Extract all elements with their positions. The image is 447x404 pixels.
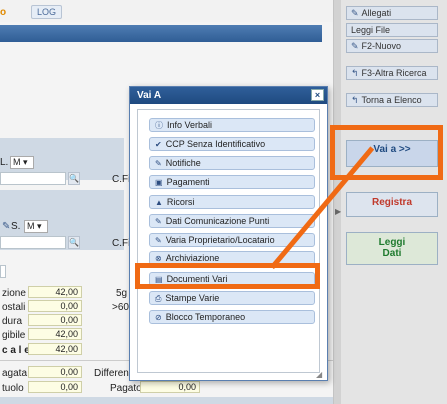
edit-icon: ✎ bbox=[155, 236, 162, 245]
paid-label: agata bbox=[2, 368, 28, 379]
collapse-arrow-icon[interactable]: ▶ bbox=[335, 207, 341, 216]
amount-label: ostali bbox=[2, 302, 26, 313]
name-input-1[interactable] bbox=[0, 172, 66, 185]
difference-label: Differenz bbox=[94, 368, 134, 379]
highlight-go-to-button bbox=[330, 125, 443, 180]
menu-item-label: Notifiche bbox=[165, 158, 201, 168]
amount-mid-label: 5g bbox=[116, 288, 128, 299]
block-icon: ⊘ bbox=[155, 313, 162, 322]
menu-item-blocco-temporaneo[interactable]: ⊘ Blocco Temporaneo bbox=[149, 310, 315, 324]
close-icon[interactable]: × bbox=[311, 89, 324, 101]
button-label: F3-Altra Ricerca bbox=[361, 68, 427, 78]
menu-item-label: Pagamenti bbox=[166, 177, 210, 187]
warning-icon: ▲ bbox=[155, 198, 163, 207]
amount-value[interactable]: 0,00 bbox=[28, 314, 82, 326]
highlight-documenti-vari bbox=[135, 263, 320, 289]
amount-value[interactable]: 42,00 bbox=[28, 286, 82, 298]
read-file-button[interactable]: Leggi File bbox=[346, 23, 438, 37]
resize-grip-icon[interactable]: ◢ bbox=[316, 370, 322, 379]
menu-item-notifiche[interactable]: ✎ Notifiche bbox=[149, 156, 315, 170]
amount-label: gibile bbox=[2, 330, 26, 341]
new-search-button[interactable]: ↰ F3-Altra Ricerca bbox=[346, 66, 438, 80]
save-icon: ▣ bbox=[155, 178, 163, 187]
menu-item-ccp[interactable]: ✔ CCP Senza Identificativo bbox=[149, 137, 315, 151]
sex-select-2[interactable]: M ▾ bbox=[24, 220, 48, 233]
menu-item-label: Archiviazione bbox=[165, 253, 220, 263]
button-label: Registra bbox=[371, 197, 412, 208]
paperclip-icon: ✎ bbox=[351, 8, 359, 18]
top-toolbar: o LOG bbox=[0, 0, 333, 22]
paid-total-value[interactable]: 0,00 bbox=[140, 381, 200, 393]
amount-value[interactable]: 42,00 bbox=[28, 328, 82, 340]
check-icon: ✔ bbox=[155, 140, 162, 149]
menu-item-label: Blocco Temporaneo bbox=[165, 312, 246, 322]
read-data-button[interactable]: Leggi Dati bbox=[346, 232, 438, 265]
info-icon: ⓘ bbox=[155, 121, 163, 130]
splitter[interactable]: ▶ bbox=[333, 0, 341, 404]
total-value[interactable]: 42,00 bbox=[28, 343, 82, 355]
field-label-s: S. bbox=[11, 221, 21, 232]
button-label: Leggi Dati bbox=[378, 237, 406, 259]
edit-icon: ✎ bbox=[155, 217, 162, 226]
edit-icon: ✎ bbox=[155, 159, 162, 168]
search-icon[interactable]: 🔍 bbox=[68, 172, 80, 185]
return-icon: ↰ bbox=[351, 95, 359, 105]
menu-item-label: Stampe Varie bbox=[165, 293, 220, 303]
menu-item-ricorsi[interactable]: ▲ Ricorsi bbox=[149, 195, 315, 209]
amount-value[interactable]: 0,00 bbox=[28, 300, 82, 312]
field-label-l: L. bbox=[0, 157, 9, 168]
amount-label: dura bbox=[2, 316, 23, 327]
menu-item-stampe-varie[interactable]: ⎙ Stampe Varie bbox=[149, 291, 315, 305]
back-to-list-button[interactable]: ↰ Torna a Elenco bbox=[346, 93, 438, 107]
dialog-title: Vai A bbox=[130, 87, 327, 104]
paid-value[interactable]: 0,00 bbox=[28, 366, 82, 378]
menu-item-comunicazione-punti[interactable]: ✎ Dati Comunicazione Punti bbox=[149, 214, 315, 228]
sex-select-1[interactable]: M ▾ bbox=[10, 156, 34, 169]
button-label: F2-Nuovo bbox=[361, 41, 402, 51]
menu-item-label: Ricorsi bbox=[166, 197, 195, 207]
name-input-2[interactable] bbox=[0, 236, 66, 249]
section-header-bar bbox=[0, 25, 322, 42]
archive-icon: ⊗ bbox=[155, 254, 162, 263]
menu-item-label: Info Verbali bbox=[167, 120, 213, 130]
new-button[interactable]: ✎ F2-Nuovo bbox=[346, 39, 438, 53]
new-icon: ✎ bbox=[351, 41, 359, 51]
bottom-band bbox=[0, 397, 333, 404]
return-icon: ↰ bbox=[351, 68, 359, 78]
edit-icon[interactable]: ✎ bbox=[2, 221, 10, 232]
small-input[interactable] bbox=[0, 265, 6, 278]
status-tag: o bbox=[0, 7, 7, 18]
search-icon[interactable]: 🔍 bbox=[68, 236, 80, 249]
total-label: c a l e bbox=[2, 345, 30, 356]
attachments-button[interactable]: ✎ Allegati bbox=[346, 6, 438, 20]
register-button[interactable]: Registra bbox=[346, 192, 438, 217]
menu-item-label: Dati Comunicazione Punti bbox=[165, 216, 270, 226]
title-label: tuolo bbox=[2, 383, 24, 394]
title-value[interactable]: 0,00 bbox=[28, 381, 82, 393]
menu-item-pagamenti[interactable]: ▣ Pagamenti bbox=[149, 175, 315, 189]
log-tab[interactable]: LOG bbox=[31, 5, 63, 19]
menu-item-info-verbali[interactable]: ⓘ Info Verbali bbox=[149, 118, 315, 132]
menu-item-label: Varia Proprietario/Locatario bbox=[165, 235, 275, 245]
button-label: Torna a Elenco bbox=[361, 95, 422, 105]
print-icon: ⎙ bbox=[155, 294, 162, 303]
button-label: Leggi File bbox=[351, 25, 391, 35]
menu-item-label: CCP Senza Identificativo bbox=[165, 139, 266, 149]
amount-label: zione bbox=[2, 288, 26, 299]
button-label: Allegati bbox=[361, 8, 392, 18]
paid-total-label: Pagato bbox=[110, 383, 142, 394]
